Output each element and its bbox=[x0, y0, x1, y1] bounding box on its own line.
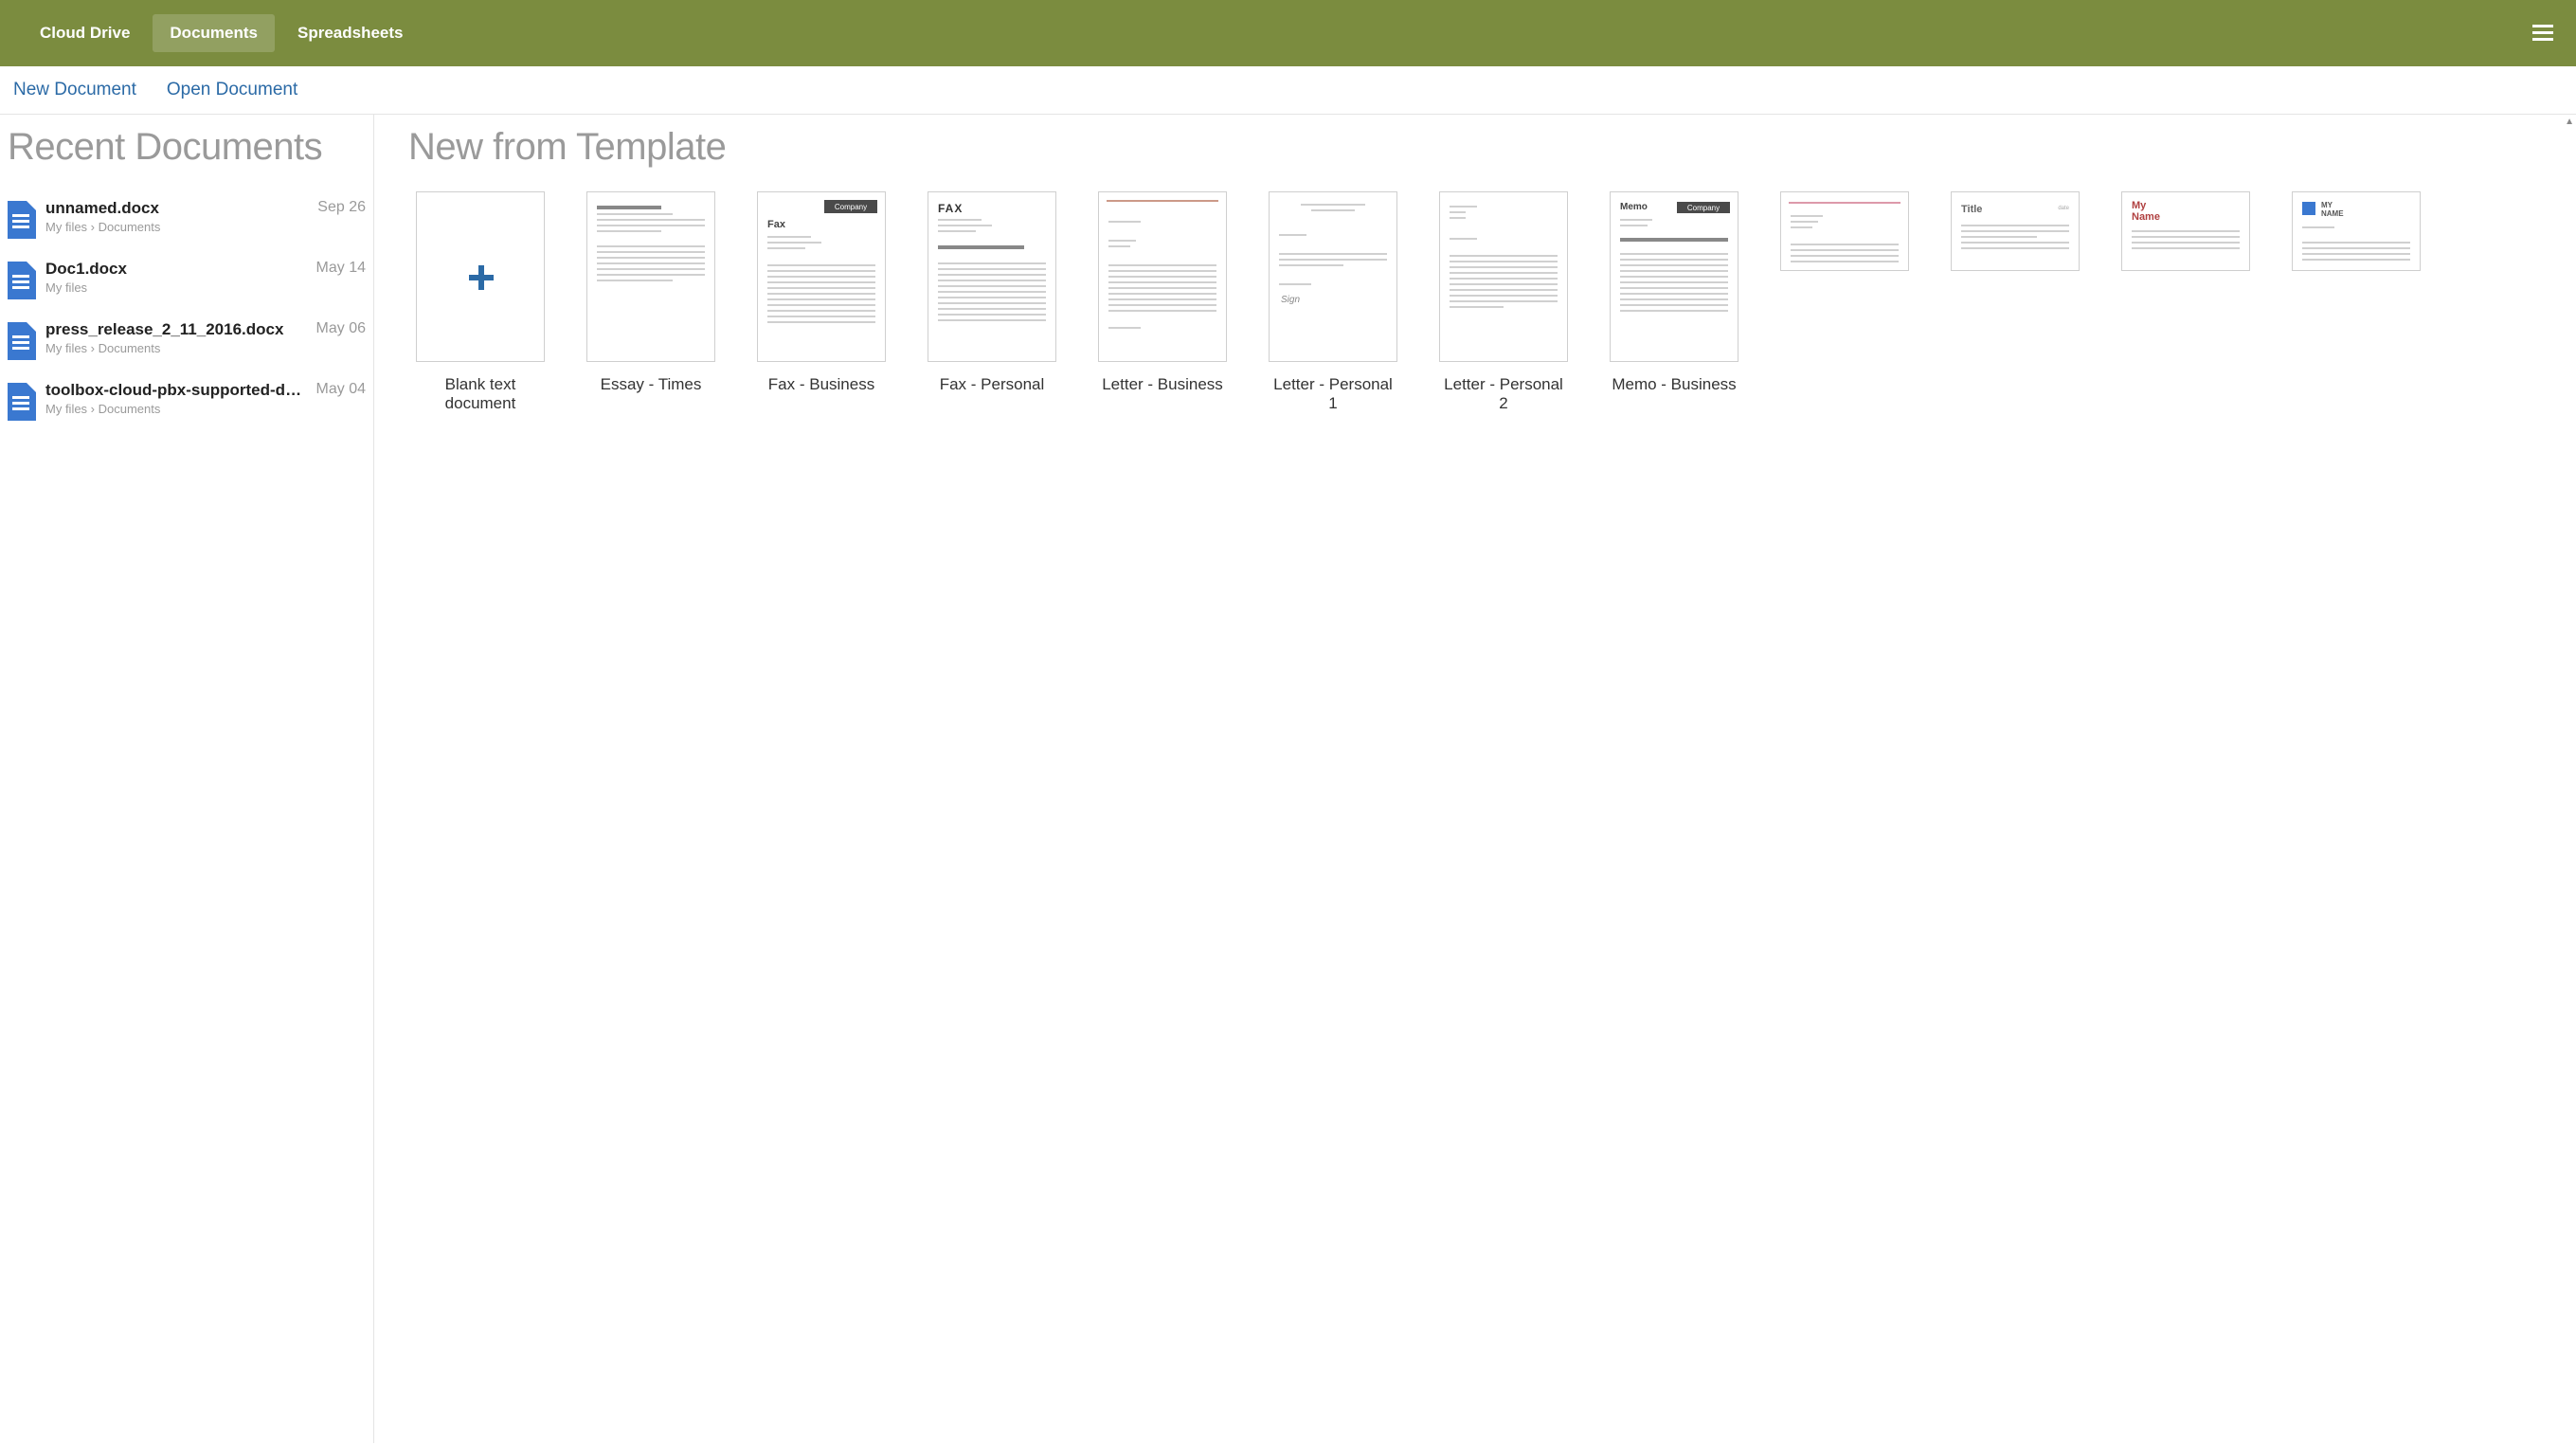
templates-title: New from Template bbox=[408, 126, 2542, 169]
template-thumbnail bbox=[586, 191, 715, 362]
template-label: Essay - Times bbox=[586, 375, 715, 394]
document-icon bbox=[8, 201, 36, 239]
nav-documents[interactable]: Documents bbox=[153, 14, 275, 52]
template-thumbnail: CompanyFax bbox=[757, 191, 886, 362]
document-icon bbox=[8, 322, 36, 360]
template-label: Letter - Personal 1 bbox=[1269, 375, 1397, 413]
recent-date: May 06 bbox=[316, 320, 366, 337]
template-thumbnail: Titledate bbox=[1951, 191, 2080, 271]
template-thumbnail: My Name bbox=[2121, 191, 2250, 271]
recent-documents-panel: Recent Documents unnamed.docx My files › … bbox=[0, 115, 374, 1443]
recent-filename: Doc1.docx bbox=[45, 260, 309, 279]
template-thumbnail bbox=[1439, 191, 1568, 362]
scroll-up-icon[interactable]: ▲ bbox=[2565, 117, 2574, 127]
document-icon bbox=[8, 262, 36, 299]
recent-filename: unnamed.docx bbox=[45, 199, 310, 218]
template-label: Blank text document bbox=[416, 375, 545, 413]
new-document-link[interactable]: New Document bbox=[13, 80, 136, 100]
top-nav: Cloud Drive Documents Spreadsheets bbox=[0, 0, 2576, 66]
document-icon bbox=[8, 383, 36, 421]
recent-path: My files › Documents bbox=[45, 402, 309, 416]
nav-spreadsheets[interactable]: Spreadsheets bbox=[280, 14, 421, 52]
recent-item[interactable]: press_release_2_11_2016.docx My files › D… bbox=[8, 313, 366, 373]
template-fax-personal[interactable]: FAX Fax - Personal bbox=[928, 191, 1056, 413]
template-label: Letter - Business bbox=[1098, 375, 1227, 394]
templates-panel: ▲ New from Template Blank text document E… bbox=[374, 115, 2576, 1443]
recent-documents-title: Recent Documents bbox=[8, 126, 366, 169]
template-letter-business[interactable]: Letter - Business bbox=[1098, 191, 1227, 413]
template-label: Memo - Business bbox=[1610, 375, 1738, 394]
open-document-link[interactable]: Open Document bbox=[167, 80, 297, 100]
template-label: Letter - Personal 2 bbox=[1439, 375, 1568, 413]
template-letter-personal-2[interactable]: Letter - Personal 2 bbox=[1439, 191, 1568, 413]
template-thumbnail bbox=[1098, 191, 1227, 362]
recent-path: My files › Documents bbox=[45, 220, 310, 234]
recent-item[interactable]: Doc1.docxMy files May 14 bbox=[8, 252, 366, 313]
recent-filename: toolbox-cloud-pbx-supported-d… bbox=[45, 381, 309, 400]
recent-path: My files › Documents bbox=[45, 341, 309, 355]
nav-cloud-drive[interactable]: Cloud Drive bbox=[23, 14, 147, 52]
template-thumbnail: MY NAME bbox=[2292, 191, 2421, 271]
template-fax-business[interactable]: CompanyFax Fax - Business bbox=[757, 191, 886, 413]
template-partial-3[interactable]: My Name bbox=[2121, 191, 2250, 413]
template-thumbnail: Sign bbox=[1269, 191, 1397, 362]
recent-item[interactable]: unnamed.docx My files › Documents Sep 26 bbox=[8, 191, 366, 252]
template-label: Fax - Personal bbox=[928, 375, 1056, 394]
template-thumbnail: CompanyMemo bbox=[1610, 191, 1738, 362]
plus-icon bbox=[469, 265, 492, 288]
recent-path: My files bbox=[45, 280, 309, 295]
recent-item[interactable]: toolbox-cloud-pbx-supported-d… My files ›… bbox=[8, 373, 366, 434]
template-thumbnail: FAX bbox=[928, 191, 1056, 362]
action-bar: New Document Open Document bbox=[0, 66, 2576, 115]
template-thumbnail bbox=[416, 191, 545, 362]
recent-filename: press_release_2_11_2016.docx bbox=[45, 320, 309, 339]
template-label: Fax - Business bbox=[757, 375, 886, 394]
recent-date: May 04 bbox=[316, 381, 366, 398]
template-thumbnail bbox=[1780, 191, 1909, 271]
template-partial-4[interactable]: MY NAME bbox=[2292, 191, 2421, 413]
template-blank[interactable]: Blank text document bbox=[416, 191, 545, 413]
recent-date: Sep 26 bbox=[317, 199, 366, 216]
template-partial-1[interactable] bbox=[1780, 191, 1909, 413]
template-letter-personal-1[interactable]: Sign Letter - Personal 1 bbox=[1269, 191, 1397, 413]
template-essay[interactable]: Essay - Times bbox=[586, 191, 715, 413]
recent-date: May 14 bbox=[316, 260, 366, 277]
template-memo-business[interactable]: CompanyMemo Memo - Business bbox=[1610, 191, 1738, 413]
hamburger-icon[interactable] bbox=[2532, 21, 2553, 45]
template-partial-2[interactable]: Titledate bbox=[1951, 191, 2080, 413]
